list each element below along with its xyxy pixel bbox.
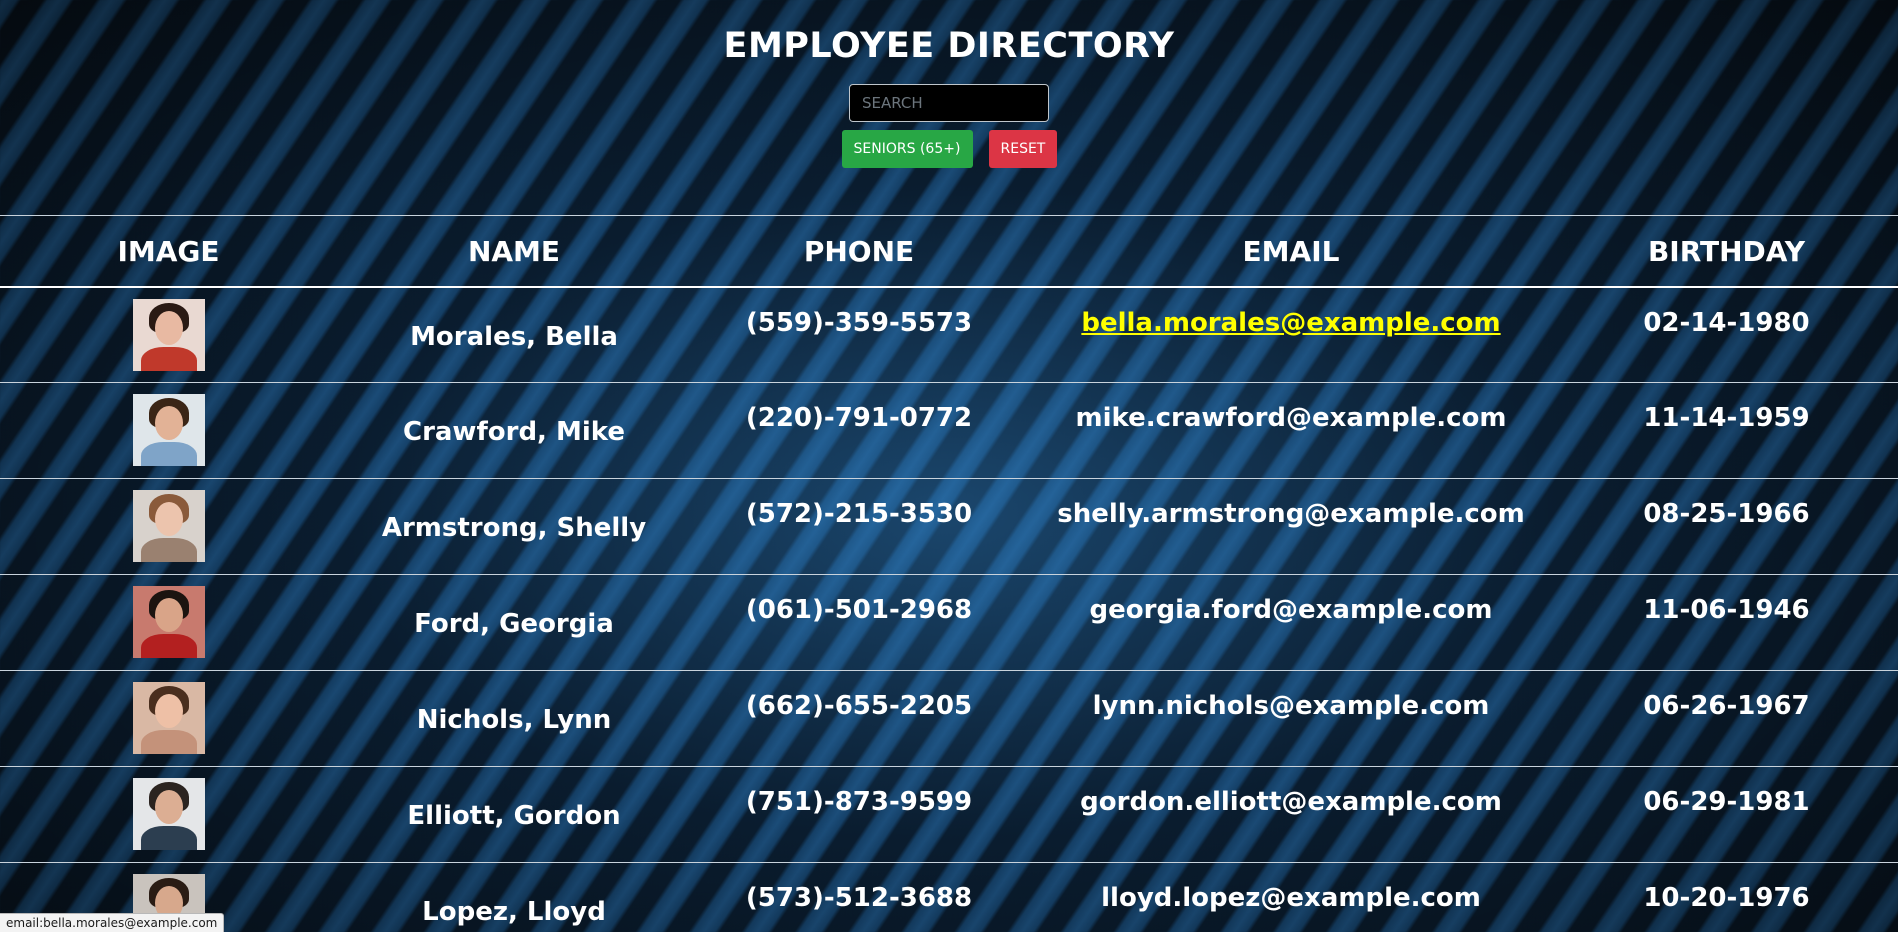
browser-status-bar: email:bella.morales@example.com: [0, 913, 225, 932]
table-row: Nichols, Lynn (662)-655-2205 lynn.nichol…: [0, 670, 1898, 766]
phone-cell: (559)-359-5573: [745, 308, 973, 338]
name-cell: Elliott, Gordon: [407, 801, 621, 831]
table-row: Ford, Georgia (061)-501-2968 georgia.for…: [0, 574, 1898, 670]
column-header-phone[interactable]: PHONE: [691, 235, 1027, 268]
avatar: [133, 586, 205, 658]
column-header-email[interactable]: EMAIL: [1027, 235, 1555, 268]
image-cell: [0, 383, 337, 478]
page-header: EMPLOYEE DIRECTORY SENIORS (65+) RESET: [0, 0, 1898, 190]
email-cell: gordon.elliott@example.com: [1027, 767, 1555, 862]
birthday-cell: 11-06-1946: [1643, 595, 1810, 625]
birthday-cell: 11-14-1959: [1643, 403, 1810, 433]
email-link[interactable]: shelly.armstrong@example.com: [1057, 499, 1525, 529]
page-title: EMPLOYEE DIRECTORY: [723, 26, 1175, 66]
avatar: [133, 778, 205, 850]
name-cell: Lopez, Lloyd: [422, 897, 606, 927]
search-input[interactable]: [849, 84, 1049, 122]
email-link[interactable]: lloyd.lopez@example.com: [1101, 883, 1481, 913]
email-link[interactable]: mike.crawford@example.com: [1076, 403, 1507, 433]
table-row: Morales, Bella (559)-359-5573 bella.mora…: [0, 286, 1898, 382]
phone-cell: (220)-791-0772: [745, 403, 973, 433]
image-cell: [0, 288, 337, 382]
employee-table: IMAGE NAME PHONE EMAIL BIRTHDAY Morales,…: [0, 215, 1898, 932]
birthday-cell: 10-20-1976: [1643, 883, 1810, 913]
seniors-filter-button[interactable]: SENIORS (65+): [841, 130, 973, 168]
image-cell: [0, 575, 337, 670]
name-cell: Ford, Georgia: [414, 609, 614, 639]
column-header-image[interactable]: IMAGE: [0, 235, 337, 268]
birthday-cell: 06-26-1967: [1643, 691, 1810, 721]
email-link[interactable]: gordon.elliott@example.com: [1080, 787, 1502, 817]
filter-buttons: SENIORS (65+) RESET: [0, 130, 1898, 168]
birthday-cell: 02-14-1980: [1643, 308, 1810, 338]
name-cell: Armstrong, Shelly: [381, 513, 647, 543]
table-row: Elliott, Gordon (751)-873-9599 gordon.el…: [0, 766, 1898, 862]
email-cell: shelly.armstrong@example.com: [1027, 479, 1555, 574]
email-cell: bella.morales@example.com: [1027, 288, 1555, 382]
image-cell: [0, 767, 337, 862]
reset-button[interactable]: RESET: [988, 130, 1057, 168]
birthday-cell: 06-29-1981: [1643, 787, 1810, 817]
name-cell: Nichols, Lynn: [416, 705, 612, 735]
email-cell: lloyd.lopez@example.com: [1027, 863, 1555, 932]
avatar: [133, 682, 205, 754]
table-row: Armstrong, Shelly (572)-215-3530 shelly.…: [0, 478, 1898, 574]
search-container: [0, 84, 1898, 122]
phone-cell: (061)-501-2968: [745, 595, 973, 625]
table-header-row: IMAGE NAME PHONE EMAIL BIRTHDAY: [0, 215, 1898, 286]
phone-cell: (572)-215-3530: [745, 499, 973, 529]
name-cell: Crawford, Mike: [402, 417, 625, 447]
email-cell: georgia.ford@example.com: [1027, 575, 1555, 670]
column-header-birthday[interactable]: BIRTHDAY: [1555, 235, 1898, 268]
avatar: [133, 490, 205, 562]
table-row: Crawford, Mike (220)-791-0772 mike.crawf…: [0, 382, 1898, 478]
image-cell: [0, 671, 337, 766]
avatar: [133, 299, 205, 371]
column-header-name[interactable]: NAME: [337, 235, 691, 268]
table-row: Lopez, Lloyd (573)-512-3688 lloyd.lopez@…: [0, 862, 1898, 932]
name-cell: Morales, Bella: [410, 322, 618, 352]
email-cell: lynn.nichols@example.com: [1027, 671, 1555, 766]
email-link[interactable]: georgia.ford@example.com: [1090, 595, 1493, 625]
email-link[interactable]: bella.morales@example.com: [1081, 308, 1500, 338]
phone-cell: (751)-873-9599: [745, 787, 973, 817]
phone-cell: (662)-655-2205: [745, 691, 973, 721]
image-cell: [0, 479, 337, 574]
birthday-cell: 08-25-1966: [1643, 499, 1810, 529]
email-cell: mike.crawford@example.com: [1027, 383, 1555, 478]
email-link[interactable]: lynn.nichols@example.com: [1093, 691, 1490, 721]
avatar: [133, 394, 205, 466]
phone-cell: (573)-512-3688: [745, 883, 973, 913]
